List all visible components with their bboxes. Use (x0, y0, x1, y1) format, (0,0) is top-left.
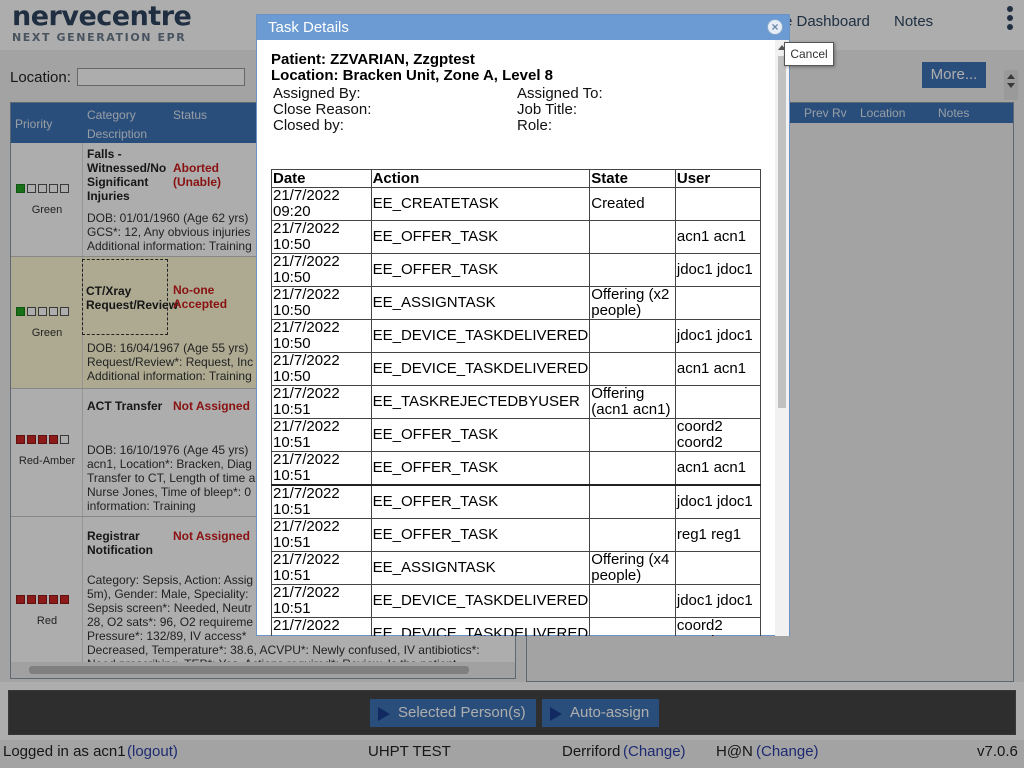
history-date-cell: 21/7/2022 10:50 (271, 352, 372, 386)
job-title-label: Job Title: (517, 101, 578, 118)
history-rows: 21/7/2022 09:20 EE_CREATETASK Created 21/7/… (271, 187, 762, 636)
patient-location: Location: Bracken Unit, Zone A, Level 8 (271, 67, 553, 84)
cancel-tooltip: Cancel (784, 42, 834, 66)
task-details-dialog: Task Details × Patient: ZZVARIAN, Zzgpte… (256, 14, 790, 636)
history-user-cell: acn1 acn1 (674, 451, 762, 486)
history-date-cell: 21/7/2022 10:51 (271, 451, 372, 486)
history-row: 21/7/2022 10:51 EE_OFFER_TASK reg1 reg1 (271, 518, 762, 552)
history-action-cell: EE_OFFER_TASK (370, 418, 591, 452)
history-date-cell: 21/7/2022 10:50 (271, 286, 372, 320)
history-state-cell (589, 319, 676, 353)
history-action-cell: EE_DEVICE_TASKDELIVERED (370, 352, 591, 386)
history-date-cell: 21/7/2022 10:51 (271, 551, 372, 585)
history-date-cell: 21/7/2022 10:51 (271, 584, 372, 618)
history-date-cell: 21/7/2022 10:51 (271, 617, 372, 636)
assigned-to-label: Assigned To: (517, 85, 603, 102)
history-state-cell (589, 484, 676, 519)
history-action-cell: EE_OFFER_TASK (370, 253, 591, 287)
history-user-cell (674, 551, 762, 585)
history-col-date: Date (271, 169, 372, 188)
history-user-cell (674, 286, 762, 320)
history-action-cell: EE_TASKREJECTEDBYUSER (370, 385, 591, 419)
history-row: 21/7/2022 10:50 EE_DEVICE_TASKDELIVERED ac… (271, 352, 762, 386)
history-action-cell: EE_DEVICE_TASKDELIVERED (370, 319, 591, 353)
history-action-cell: EE_OFFER_TASK (370, 484, 591, 519)
history-row: 21/7/2022 10:50 EE_OFFER_TASK acn1 acn1 (271, 220, 762, 254)
history-user-cell: jdoc1 jdoc1 (674, 484, 762, 519)
scrollbar-thumb[interactable] (778, 56, 786, 408)
history-col-user: User (674, 169, 762, 188)
close-icon[interactable]: × (767, 19, 783, 35)
history-date-cell: 21/7/2022 10:51 (271, 385, 372, 419)
history-user-cell (674, 385, 762, 419)
history-action-cell: EE_DEVICE_TASKDELIVERED (370, 617, 591, 636)
history-state-cell: Offering (acn1 acn1) (589, 385, 676, 419)
history-date-cell: 21/7/2022 10:50 (271, 253, 372, 287)
history-row: 21/7/2022 10:50 EE_DEVICE_TASKDELIVERED jd… (271, 319, 762, 353)
history-state-cell (589, 253, 676, 287)
history-user-cell (674, 187, 762, 221)
history-row: 21/7/2022 09:20 EE_CREATETASK Created (271, 187, 762, 221)
history-row: 21/7/2022 10:51 EE_DEVICE_TASKDELIVERED jd… (271, 584, 762, 618)
history-row: 21/7/2022 10:51 EE_TASKREJECTEDBYUSER Offe… (271, 385, 762, 419)
history-row: 21/7/2022 10:51 EE_OFFER_TASK coord2 coord… (271, 418, 762, 452)
patient-name: Patient: ZZVARIAN, Zzgptest (271, 51, 475, 68)
history-date-cell: 21/7/2022 10:51 (271, 518, 372, 552)
history-user-cell: coord2 coord2 (674, 418, 762, 452)
history-user-cell: acn1 acn1 (674, 220, 762, 254)
history-row: 21/7/2022 10:51 EE_OFFER_TASK acn1 acn1 (271, 451, 762, 486)
history-state-cell (589, 518, 676, 552)
assigned-by-label: Assigned By: (273, 85, 361, 102)
history-date-cell: 21/7/2022 10:50 (271, 220, 372, 254)
dialog-scrollbar[interactable] (775, 40, 789, 636)
history-action-cell: EE_ASSIGNTASK (370, 551, 591, 585)
history-user-cell: jdoc1 jdoc1 (674, 253, 762, 287)
history-user-cell: acn1 acn1 (674, 352, 762, 386)
history-state-cell (589, 617, 676, 636)
history-action-cell: EE_OFFER_TASK (370, 451, 591, 486)
history-user-cell: jdoc1 jdoc1 (674, 319, 762, 353)
close-reason-label: Close Reason: (273, 101, 372, 118)
closed-by-label: Closed by: (273, 117, 344, 134)
history-date-cell: 21/7/2022 10:51 (271, 418, 372, 452)
task-history-table: Date Action State User 21/7/2022 09:20 EE… (271, 169, 762, 636)
history-state-cell: Offering (x2 people) (589, 286, 676, 320)
history-state-cell (589, 584, 676, 618)
history-user-cell: reg1 reg1 (674, 518, 762, 552)
history-action-cell: EE_OFFER_TASK (370, 518, 591, 552)
dialog-title[interactable]: Task Details (257, 15, 789, 40)
history-state-cell (589, 352, 676, 386)
history-date-cell: 21/7/2022 10:51 (271, 484, 372, 519)
history-header-row: Date Action State User (271, 169, 762, 188)
history-action-cell: EE_OFFER_TASK (370, 220, 591, 254)
history-row: 21/7/2022 10:51 EE_OFFER_TASK jdoc1 jdoc1 (271, 484, 762, 519)
history-user-cell: jdoc1 jdoc1 (674, 584, 762, 618)
dialog-body: Patient: ZZVARIAN, Zzgptest Location: Br… (257, 40, 775, 636)
history-state-cell: Offering (x4 people) (589, 551, 676, 585)
history-state-cell (589, 220, 676, 254)
history-action-cell: EE_DEVICE_TASKDELIVERED (370, 584, 591, 618)
history-state-cell: Created (589, 187, 676, 221)
history-action-cell: EE_ASSIGNTASK (370, 286, 591, 320)
history-row: 21/7/2022 10:50 EE_ASSIGNTASK Offering (x2… (271, 286, 762, 320)
history-row: 21/7/2022 10:50 EE_OFFER_TASK jdoc1 jdoc1 (271, 253, 762, 287)
history-date-cell: 21/7/2022 09:20 (271, 187, 372, 221)
history-state-cell (589, 418, 676, 452)
role-label: Role: (517, 117, 553, 134)
history-user-cell: coord2 coord2 (674, 617, 762, 636)
history-col-state: State (589, 169, 676, 188)
history-row: 21/7/2022 10:51EE_DEVICE_TASKDELIVERED co… (271, 617, 762, 636)
history-action-cell: EE_CREATETASK (370, 187, 591, 221)
history-state-cell (589, 451, 676, 486)
history-row: 21/7/2022 10:51 EE_ASSIGNTASK Offering (x4… (271, 551, 762, 585)
history-col-action: Action (370, 169, 591, 188)
history-date-cell: 21/7/2022 10:50 (271, 319, 372, 353)
